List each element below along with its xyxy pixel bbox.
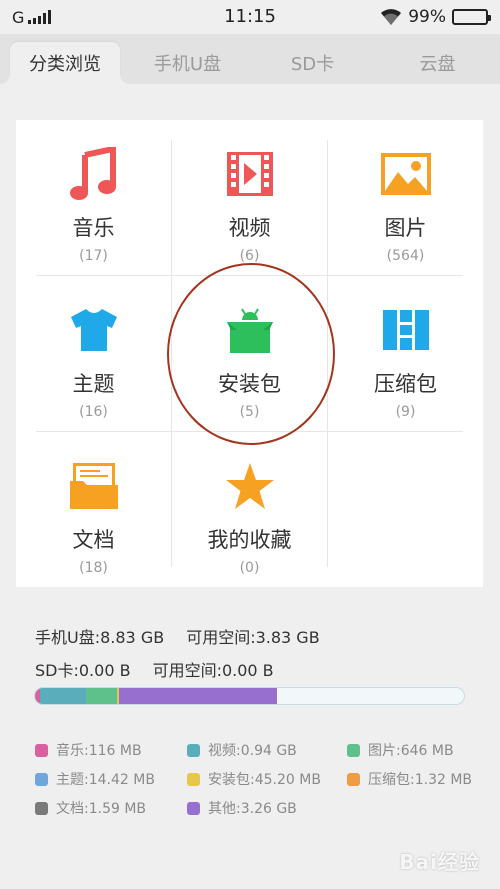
tab-label: 分类浏览 xyxy=(29,54,101,75)
tab-sd-card[interactable]: SD卡 xyxy=(255,42,370,84)
legend-swatch xyxy=(35,772,48,786)
legend-text: 其他:3.26 GB xyxy=(208,801,297,817)
legend-swatch xyxy=(187,743,200,757)
wifi-icon xyxy=(381,9,402,25)
tab-category-browse[interactable]: 分类浏览 xyxy=(0,42,130,84)
category-label: 图片 xyxy=(384,216,427,240)
category-themes[interactable]: 主题 (16) xyxy=(16,276,171,431)
tshirt-icon xyxy=(66,302,122,358)
usage-segment xyxy=(40,688,86,704)
category-label: 我的收藏 xyxy=(207,528,292,552)
phone-storage-free: 可用空间:3.83 GB xyxy=(186,628,320,647)
category-label: 安装包 xyxy=(218,372,281,396)
category-count: (6) xyxy=(239,248,260,264)
legend-text: 主题:14.42 MB xyxy=(56,772,155,788)
legend-swatch xyxy=(35,743,48,757)
storage-summary: 手机U盘:8.83 GB 可用空间:3.83 GB SD卡:0.00 B 可用空… xyxy=(35,625,320,680)
battery-percent: 99% xyxy=(408,7,446,27)
music-note-icon xyxy=(66,146,122,202)
star-icon xyxy=(222,458,278,514)
legend-item-themes: 主题:14.42 MB xyxy=(35,769,155,789)
android-package-icon xyxy=(222,302,278,358)
category-label: 主题 xyxy=(72,372,115,396)
legend-item-archives: 压缩包:1.32 MB xyxy=(347,769,472,789)
status-bar: G 11:15 99% xyxy=(0,0,500,34)
category-count: (16) xyxy=(79,404,108,420)
category-video[interactable]: 视频 (6) xyxy=(172,120,327,275)
legend-text: 视频:0.94 GB xyxy=(208,743,297,759)
legend-text: 压缩包:1.32 MB xyxy=(368,772,473,788)
sd-storage-free: 可用空间:0.00 B xyxy=(152,661,274,680)
legend-item-pictures: 图片:646 MB xyxy=(347,740,454,760)
usage-segment xyxy=(85,688,117,704)
legend-item-documents: 文档:1.59 MB xyxy=(35,798,146,818)
category-count: (5) xyxy=(239,404,260,420)
storage-usage-bar xyxy=(34,687,465,705)
legend-item-music: 音乐:116 MB xyxy=(35,740,142,760)
category-install-packages[interactable]: 安装包 (5) xyxy=(172,276,327,431)
signal-strength-icon xyxy=(28,10,52,24)
folder-document-icon xyxy=(66,458,122,514)
legend-swatch xyxy=(187,772,200,786)
legend-item-other: 其他:3.26 GB xyxy=(187,798,297,818)
category-documents[interactable]: 文档 (18) xyxy=(16,432,171,587)
category-count: (564) xyxy=(386,248,425,264)
category-music[interactable]: 音乐 (17) xyxy=(16,120,171,275)
zip-archive-icon xyxy=(378,302,434,358)
category-count: (18) xyxy=(79,560,108,576)
legend-text: 音乐:116 MB xyxy=(56,743,142,759)
category-label: 视频 xyxy=(228,216,271,240)
legend-swatch xyxy=(35,801,48,815)
category-label: 文档 xyxy=(72,528,115,552)
legend-swatch xyxy=(347,772,360,786)
legend-item-video: 视频:0.94 GB xyxy=(187,740,297,760)
tab-label: 手机U盘 xyxy=(153,54,222,75)
legend-swatch xyxy=(347,743,360,757)
tab-label: SD卡 xyxy=(290,54,335,75)
sd-storage-total: SD卡:0.00 B xyxy=(35,661,131,680)
usage-segment xyxy=(119,688,278,704)
category-grid: 音乐 (17) 视频 (6) 图片 (564) 主题 (16) 安装包 (5) … xyxy=(16,120,483,587)
category-label: 压缩包 xyxy=(374,372,437,396)
category-count: (17) xyxy=(79,248,108,264)
network-type-label: G xyxy=(12,7,25,27)
category-count: (0) xyxy=(239,560,260,576)
category-favorites[interactable]: 我的收藏 (0) xyxy=(172,432,327,587)
legend-swatch xyxy=(187,801,200,815)
category-archives[interactable]: 压缩包 (9) xyxy=(328,276,483,431)
legend-text: 图片:646 MB xyxy=(368,743,454,759)
category-label: 音乐 xyxy=(72,216,115,240)
image-icon xyxy=(378,146,434,202)
phone-storage-total: 手机U盘:8.83 GB xyxy=(35,628,165,647)
legend-text: 文档:1.59 MB xyxy=(56,801,147,817)
legend-text: 安装包:45.20 MB xyxy=(208,772,321,788)
tab-bar: 分类浏览 手机U盘 SD卡 云盘 xyxy=(0,34,500,84)
category-pictures[interactable]: 图片 (564) xyxy=(328,120,483,275)
legend-item-install-packages: 安装包:45.20 MB xyxy=(187,769,321,789)
tab-phone-storage[interactable]: 手机U盘 xyxy=(130,42,245,84)
tab-cloud-drive[interactable]: 云盘 xyxy=(380,42,495,84)
battery-icon xyxy=(452,9,491,25)
baidu-watermark-logo: Bai经验 xyxy=(399,850,480,874)
tab-label: 云盘 xyxy=(419,54,456,75)
category-count: (9) xyxy=(395,404,416,420)
network-status: G xyxy=(12,7,52,27)
video-film-icon xyxy=(222,146,278,202)
